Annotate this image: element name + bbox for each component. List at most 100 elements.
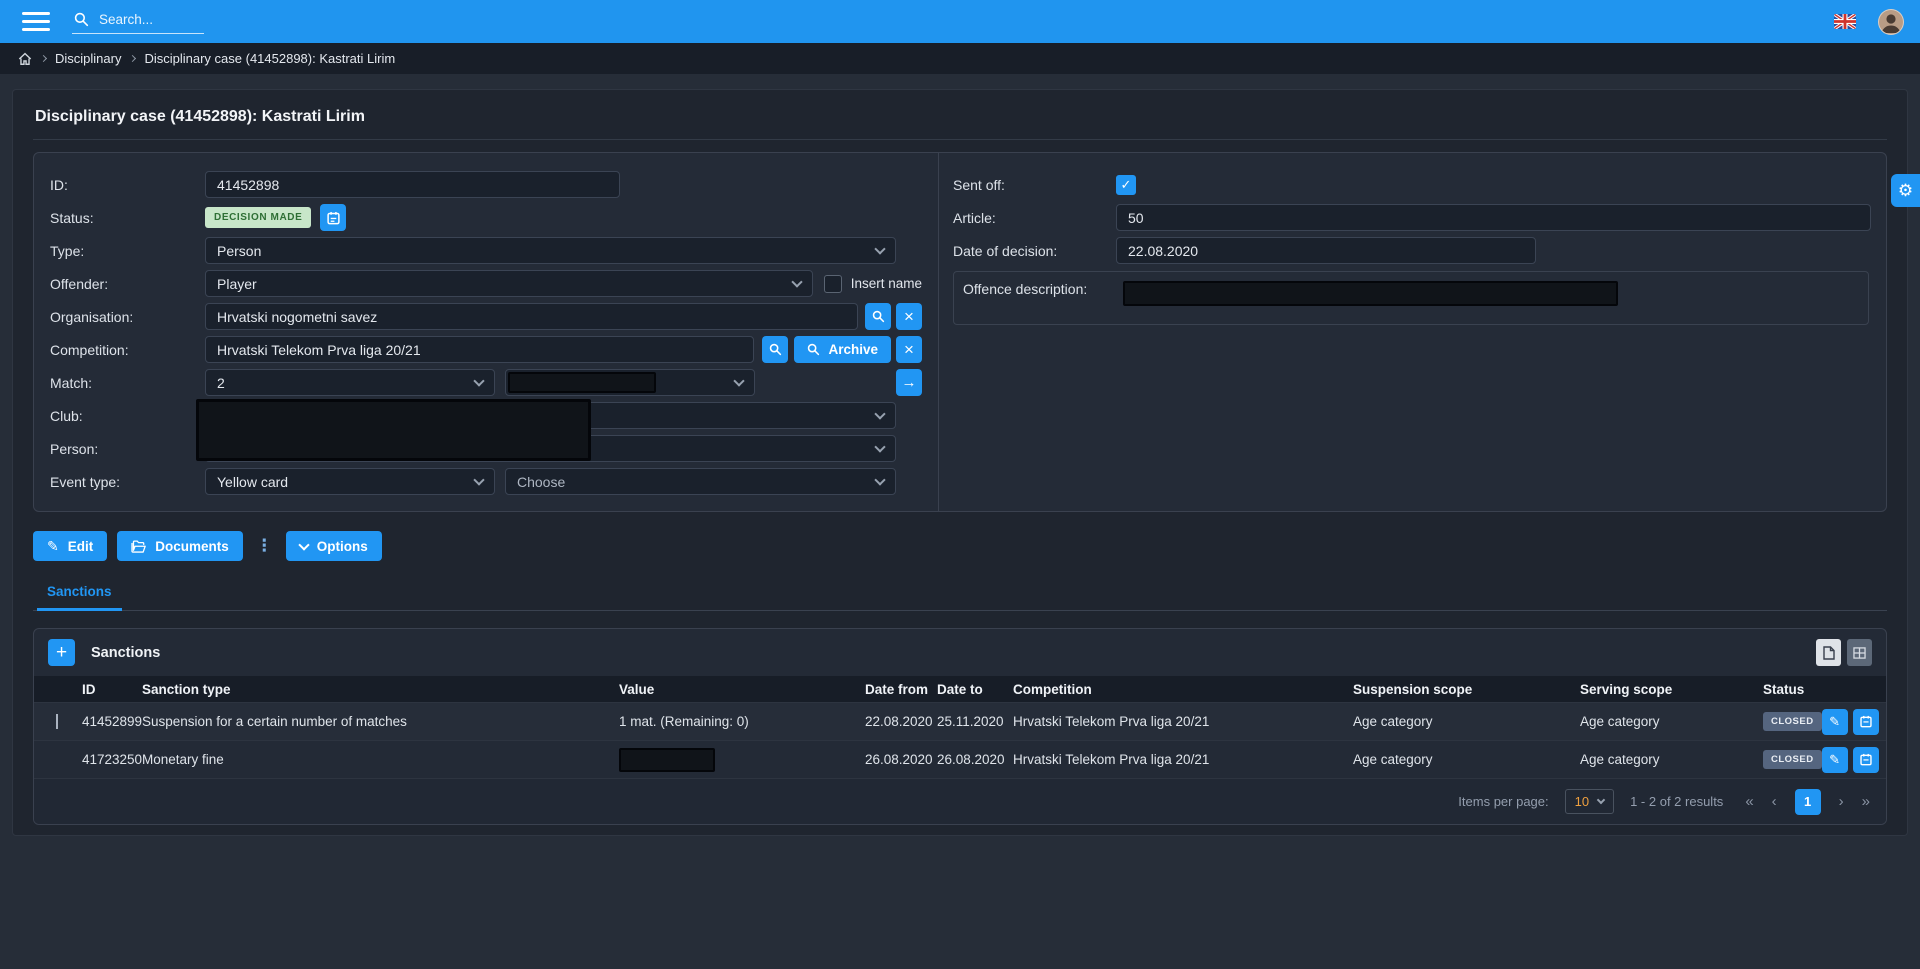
competition-input[interactable] bbox=[205, 336, 754, 363]
results-count: 1 - 2 of 2 results bbox=[1630, 794, 1723, 809]
export-button[interactable] bbox=[1816, 639, 1841, 666]
close-icon: × bbox=[904, 308, 914, 325]
chevron-down-icon bbox=[874, 243, 885, 254]
article-input[interactable] bbox=[1116, 204, 1871, 231]
row-expander-icon[interactable] bbox=[56, 714, 58, 729]
id-input[interactable] bbox=[205, 171, 620, 198]
prev-page-button[interactable]: ‹ bbox=[1772, 794, 1777, 809]
competition-clear-button[interactable]: × bbox=[896, 336, 922, 363]
arrow-right-icon: → bbox=[902, 375, 917, 390]
organisation-search-button[interactable] bbox=[865, 303, 891, 330]
cell-competition: Hrvatski Telekom Prva liga 20/21 bbox=[1013, 752, 1353, 767]
next-page-button[interactable]: › bbox=[1839, 794, 1844, 809]
search-icon bbox=[872, 310, 885, 323]
add-sanction-button[interactable]: + bbox=[48, 639, 75, 666]
table-row[interactable]: 41452899 Suspension for a certain number… bbox=[34, 702, 1886, 740]
organisation-input[interactable] bbox=[205, 303, 858, 330]
redaction-box bbox=[508, 372, 656, 393]
menu-button[interactable] bbox=[22, 12, 50, 31]
form-right-column: Sent off: ✓ Article: Date of decision: O… bbox=[939, 153, 1886, 511]
last-page-button[interactable]: » bbox=[1862, 794, 1870, 809]
avatar[interactable] bbox=[1878, 9, 1904, 35]
calendar-icon bbox=[1860, 715, 1872, 728]
tabbar: Sanctions bbox=[33, 578, 1887, 611]
home-icon[interactable] bbox=[18, 52, 32, 66]
pencil-icon: ✎ bbox=[1829, 714, 1840, 730]
event-type-select[interactable]: Yellow card bbox=[205, 468, 495, 495]
breadcrumb: Disciplinary Disciplinary case (41452898… bbox=[0, 43, 1920, 74]
offence-description-field[interactable]: Offence description: bbox=[953, 271, 1869, 325]
title-divider bbox=[33, 139, 1887, 140]
col-date-from: Date from bbox=[865, 682, 937, 697]
insert-name-checkbox[interactable] bbox=[824, 275, 842, 293]
document-icon bbox=[1823, 646, 1835, 660]
cell-date-from: 22.08.2020 bbox=[865, 714, 937, 729]
type-label: Type: bbox=[50, 243, 205, 259]
page-title: Disciplinary case (41452898): Kastrati L… bbox=[35, 108, 1887, 126]
chevron-down-icon bbox=[874, 408, 885, 419]
cell-suspension-scope: Age category bbox=[1353, 752, 1580, 767]
offender-select[interactable]: Player bbox=[205, 270, 813, 297]
col-id: ID bbox=[82, 682, 142, 697]
offence-description-label: Offence description: bbox=[960, 281, 1123, 297]
topbar bbox=[0, 0, 1920, 43]
search-input[interactable] bbox=[97, 11, 200, 28]
cell-id: 41452899 bbox=[82, 714, 142, 729]
event-subtype-select[interactable]: Choose bbox=[505, 468, 896, 495]
col-date-to: Date to bbox=[937, 682, 1013, 697]
search-icon bbox=[769, 343, 782, 356]
sent-off-checkbox[interactable]: ✓ bbox=[1116, 175, 1136, 195]
person-label: Person: bbox=[50, 441, 205, 457]
chevron-down-icon bbox=[874, 441, 885, 452]
chevron-down-icon bbox=[298, 539, 309, 550]
match-go-button[interactable]: → bbox=[896, 369, 922, 396]
club-label: Club: bbox=[50, 408, 205, 424]
sanctions-header: + Sanctions bbox=[34, 629, 1886, 676]
language-flag-icon[interactable] bbox=[1834, 14, 1856, 29]
edit-sanction-button[interactable]: ✎ bbox=[1822, 709, 1848, 735]
col-suspension-scope: Suspension scope bbox=[1353, 682, 1580, 697]
organisation-label: Organisation: bbox=[50, 309, 205, 325]
page-number-button[interactable]: 1 bbox=[1795, 789, 1821, 815]
col-status: Status bbox=[1763, 682, 1886, 697]
status-history-button[interactable] bbox=[320, 204, 346, 231]
documents-button[interactable]: Documents bbox=[117, 531, 243, 561]
cell-date-to: 26.08.2020 bbox=[937, 752, 1013, 767]
close-icon: × bbox=[904, 341, 914, 358]
gear-icon: ⚙ bbox=[1898, 181, 1913, 201]
redaction-box bbox=[619, 748, 715, 772]
article-label: Article: bbox=[953, 210, 1116, 226]
page-size-select[interactable]: 10 bbox=[1565, 789, 1614, 814]
sanction-history-button[interactable] bbox=[1853, 709, 1879, 735]
case-actions: ✎ Edit Documents ⋮ Options bbox=[33, 531, 1887, 561]
match-select[interactable]: 2 bbox=[205, 369, 495, 396]
competition-archive-button[interactable]: Archive bbox=[794, 336, 891, 363]
breadcrumb-separator-icon bbox=[129, 54, 136, 61]
insert-name-label: Insert name bbox=[851, 276, 922, 291]
type-select[interactable]: Person bbox=[205, 237, 896, 264]
cell-date-from: 26.08.2020 bbox=[865, 752, 937, 767]
sanction-history-button[interactable] bbox=[1853, 747, 1879, 773]
table-row[interactable]: 41723250 Monetary fine 26.08.2020 26.08.… bbox=[34, 740, 1886, 778]
columns-button[interactable] bbox=[1847, 639, 1872, 666]
sanctions-table-header: ID Sanction type Value Date from Date to… bbox=[34, 676, 1886, 702]
date-of-decision-input[interactable] bbox=[1116, 237, 1536, 264]
tab-sanctions[interactable]: Sanctions bbox=[37, 578, 122, 611]
col-value: Value bbox=[619, 682, 865, 697]
breadcrumb-item-disciplinary[interactable]: Disciplinary bbox=[55, 51, 121, 66]
chevron-down-icon bbox=[1597, 795, 1605, 803]
match-label: Match: bbox=[50, 375, 205, 391]
more-actions-kebab-icon[interactable]: ⋮ bbox=[253, 536, 276, 556]
cell-serving-scope: Age category bbox=[1580, 752, 1763, 767]
global-search[interactable] bbox=[72, 9, 204, 34]
edit-button[interactable]: ✎ Edit bbox=[33, 531, 107, 561]
organisation-clear-button[interactable]: × bbox=[896, 303, 922, 330]
breadcrumb-item-current[interactable]: Disciplinary case (41452898): Kastrati L… bbox=[144, 51, 395, 66]
first-page-button[interactable]: « bbox=[1745, 794, 1753, 809]
calendar-icon bbox=[1860, 753, 1872, 766]
match-detail-select[interactable] bbox=[505, 369, 755, 396]
settings-button[interactable]: ⚙ bbox=[1891, 174, 1920, 207]
competition-search-button[interactable] bbox=[762, 336, 788, 363]
edit-sanction-button[interactable]: ✎ bbox=[1822, 747, 1848, 773]
options-button[interactable]: Options bbox=[286, 531, 382, 561]
